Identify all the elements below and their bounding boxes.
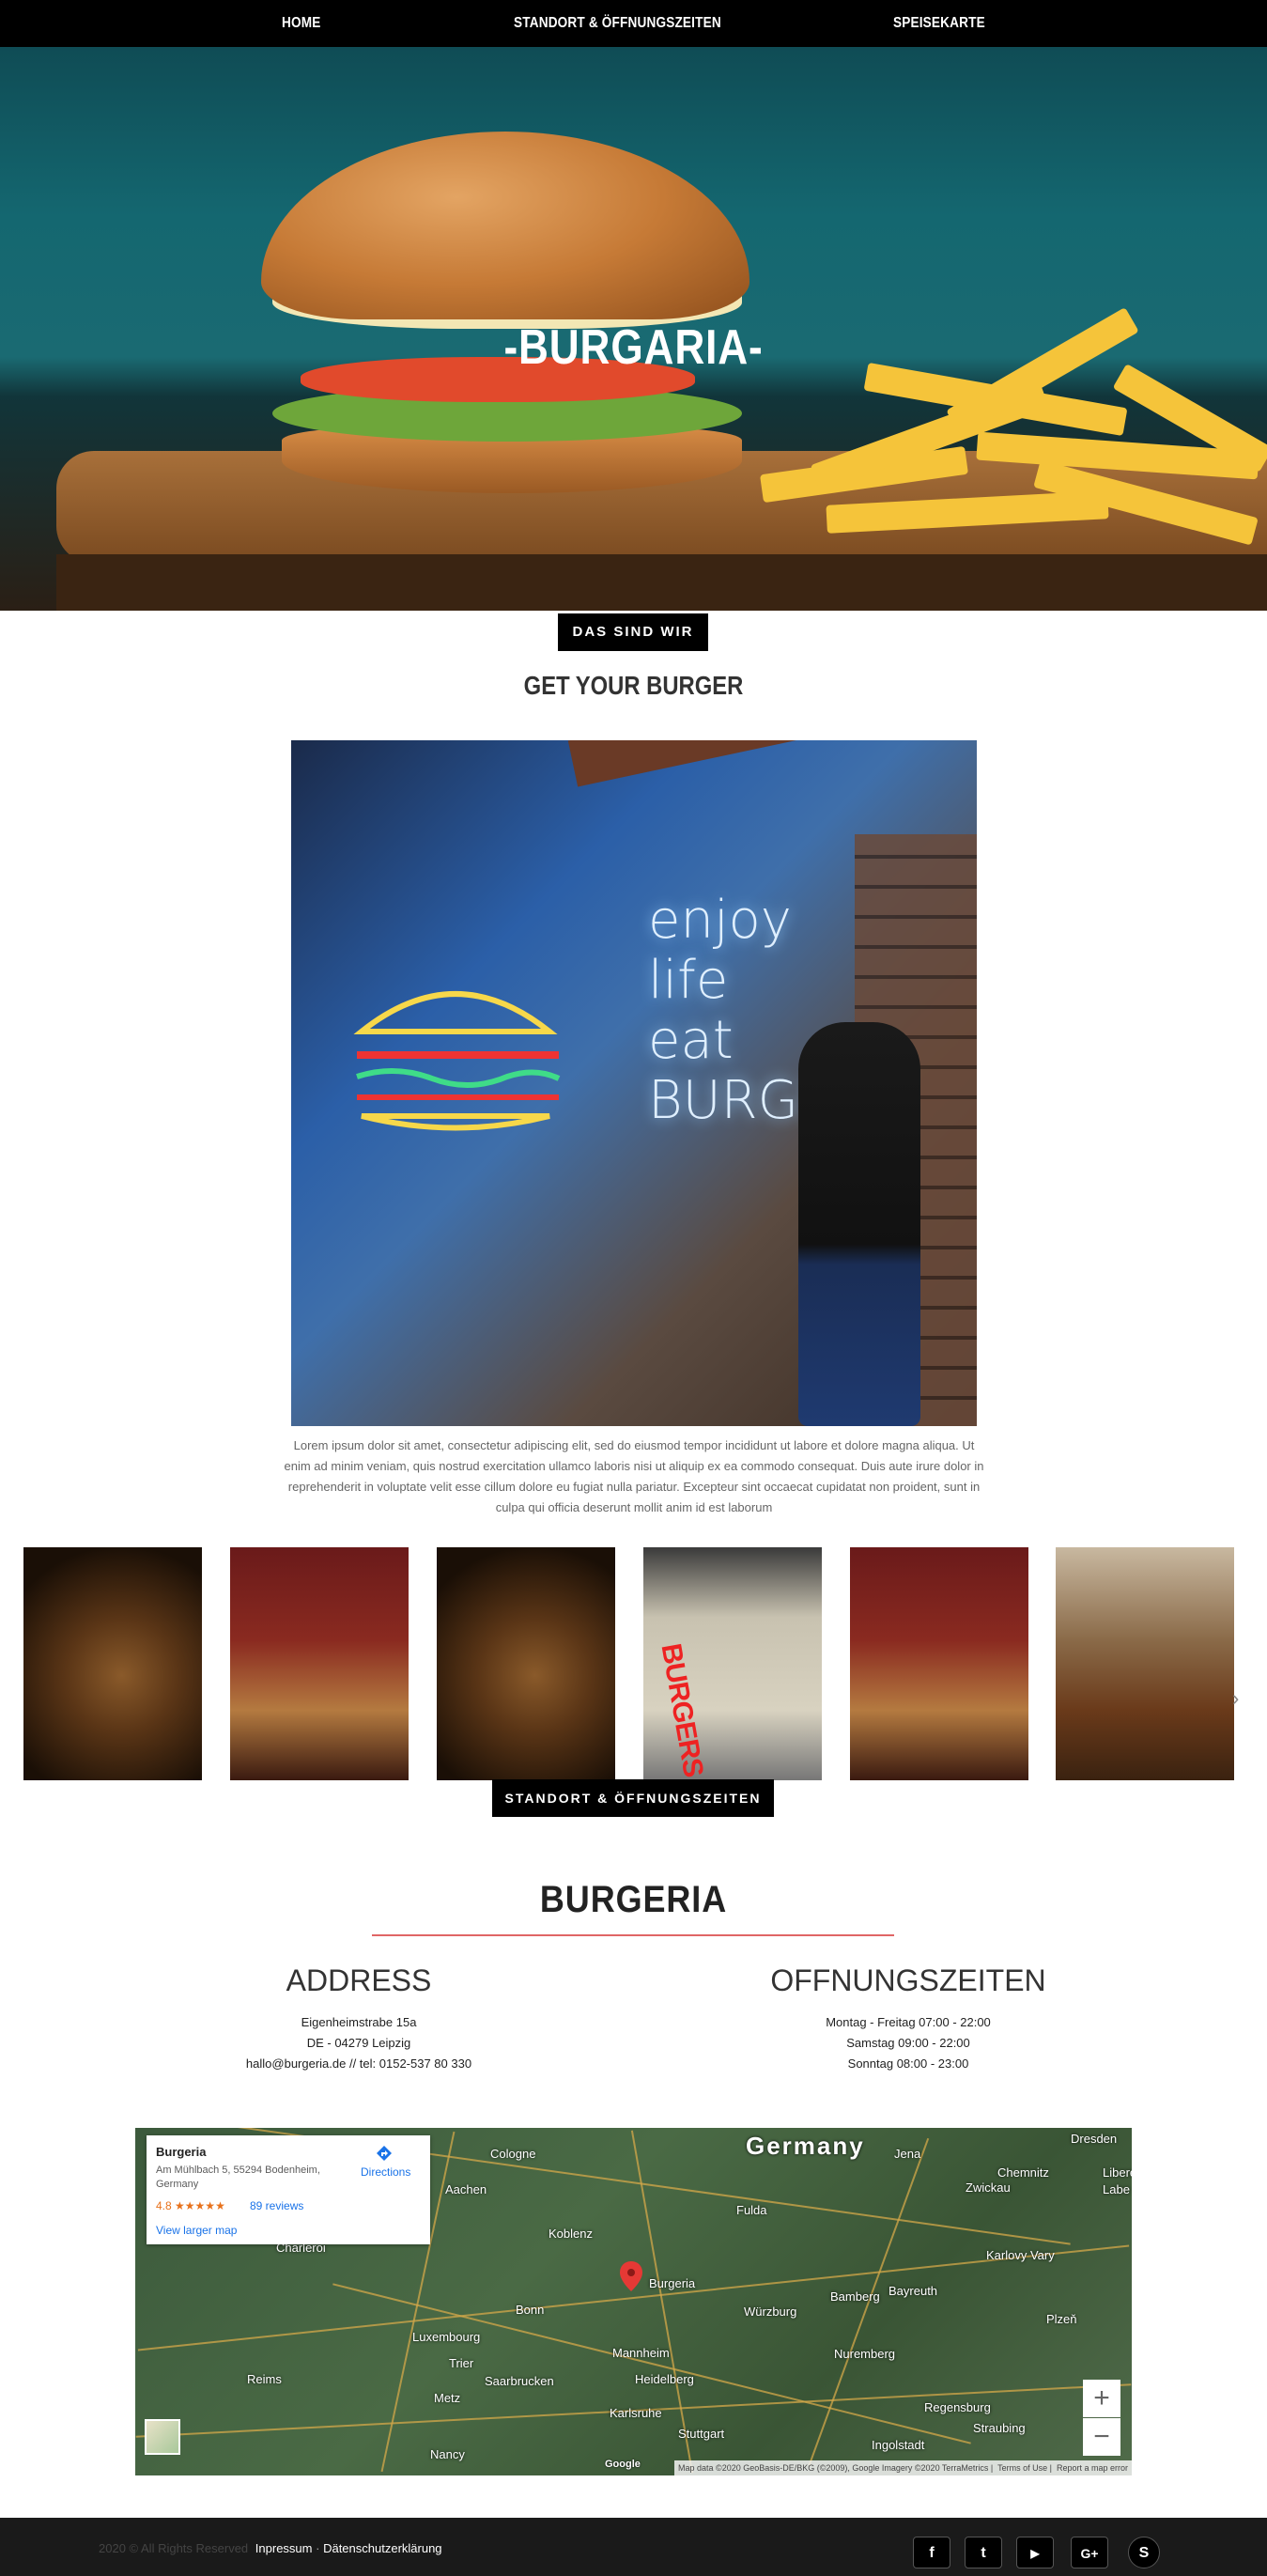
- gallery-image-2[interactable]: [230, 1547, 409, 1780]
- footer-copyright: 2020 © All Rights Reserved: [99, 2541, 249, 2555]
- map-city: Plzeň: [1046, 2312, 1077, 2326]
- location-title: BURGERIA: [539, 1879, 728, 1920]
- place-address: Am Mühlbach 5, 55294 Bodenheim, Germany: [156, 2165, 320, 2190]
- address-line-1: Eigenheimstrabe 15a: [301, 2015, 417, 2029]
- title-divider: [372, 1934, 894, 1936]
- about-heading: GET YOUR BURGER: [523, 671, 744, 700]
- neon-line-2: life: [648, 950, 729, 1011]
- map-terms-link[interactable]: Terms of Use: [997, 2463, 1047, 2473]
- larger-map-link[interactable]: View larger map: [156, 2224, 237, 2237]
- map-city: Nancy: [430, 2447, 465, 2461]
- zoom-in-button[interactable]: +: [1083, 2380, 1120, 2417]
- place-name: Burgeria: [156, 2145, 207, 2159]
- reviews-link[interactable]: 89 reviews: [250, 2199, 303, 2212]
- map-city: Heidelberg: [635, 2372, 694, 2386]
- map-city: Bamberg: [830, 2289, 880, 2304]
- about-badge: DAS SIND WIR: [558, 613, 708, 651]
- map-type-toggle[interactable]: [145, 2419, 180, 2455]
- map-city: Bayreuth: [888, 2284, 938, 2298]
- address-line-2: DE - 04279 Leipzig: [306, 2036, 411, 2050]
- map-city: Dresden: [1071, 2132, 1118, 2146]
- rating-stars: ★★★★★: [175, 2199, 225, 2212]
- hours-title: OFFNUNGSZEITEN: [770, 1963, 1046, 1997]
- google-map[interactable]: Germany Cologne Aachen Koblenz Bonn Luxe…: [135, 2128, 1132, 2475]
- skype-icon[interactable]: S: [1128, 2537, 1160, 2568]
- map-city: Labe: [1103, 2182, 1130, 2196]
- hero-board-edge: [56, 554, 1267, 611]
- map-city: Straubing: [973, 2421, 1026, 2435]
- rating-row: 4.8 ★★★★★: [156, 2199, 225, 2212]
- zoom-out-button[interactable]: −: [1083, 2418, 1120, 2456]
- map-report-link[interactable]: Report a map error: [1057, 2463, 1128, 2473]
- hours-line-3: Sonntag 08:00 - 23:00: [847, 2056, 969, 2071]
- map-city: Karlovy Vary: [986, 2248, 1055, 2262]
- map-country-label: Germany: [746, 2132, 865, 2160]
- map-city: Reims: [247, 2372, 282, 2386]
- map-city: Burgeria: [649, 2276, 696, 2290]
- footer-datenschutz-link[interactable]: Dätenschutzerklärung: [323, 2541, 441, 2555]
- hero-bun-top: [261, 132, 749, 319]
- footer-impressum-link[interactable]: Inpressum: [255, 2541, 313, 2555]
- address-line-3[interactable]: hallo@burgeria.de // tel: 0152-537 80 33…: [218, 2054, 500, 2074]
- nav-standort[interactable]: STANDORT & ÖFFNUNGSZEITEN: [514, 15, 721, 32]
- directions-link[interactable]: Directions: [361, 2165, 410, 2179]
- facebook-icon[interactable]: f: [913, 2537, 950, 2568]
- nav-speisekarte[interactable]: SPEISEKARTE: [893, 15, 985, 32]
- map-city: Karlsruhe: [610, 2406, 662, 2420]
- map-city: Stuttgart: [678, 2427, 725, 2441]
- directions-icon[interactable]: [376, 2145, 393, 2162]
- gallery-image-5[interactable]: [850, 1547, 1028, 1780]
- map-city: Metz: [434, 2391, 461, 2405]
- map-city: Koblenz: [549, 2227, 593, 2241]
- twitter-icon[interactable]: t: [965, 2537, 1002, 2568]
- map-city: Bonn: [516, 2303, 545, 2317]
- map-attribution: Map data ©2020 GeoBasis-DE/BKG (©2009), …: [678, 2463, 989, 2473]
- map-city: Luxembourg: [412, 2330, 481, 2344]
- neon-burger-icon: [353, 991, 561, 1131]
- hero-banner: -BURGARIA-: [0, 47, 1267, 611]
- map-pin-icon[interactable]: [620, 2261, 642, 2291]
- map-city: Jena: [894, 2147, 921, 2161]
- top-nav: HOME STANDORT & ÖFFNUNGSZEITEN SPEISEKAR…: [0, 0, 1267, 47]
- gallery-image-6[interactable]: [1056, 1547, 1234, 1780]
- map-city: Nuremberg: [834, 2347, 896, 2361]
- about-text: Lorem ipsum dolor sit amet, consectetur …: [284, 1438, 984, 1514]
- map-city: Mannheim: [612, 2346, 670, 2360]
- neon-line-1: enjoy: [648, 890, 792, 951]
- gallery-image-1[interactable]: [23, 1547, 202, 1780]
- about-photo: enjoy life eat BURGER: [291, 740, 977, 1426]
- photo-person: [798, 1022, 920, 1426]
- map-city: Saarbrucken: [485, 2374, 554, 2388]
- google-plus-icon[interactable]: G+: [1071, 2537, 1108, 2568]
- map-city: Fulda: [736, 2203, 767, 2217]
- map-city: Ingolstadt: [872, 2438, 925, 2452]
- map-city: Trier: [449, 2356, 474, 2370]
- standort-badge: STANDORT & ÖFFNUNGSZEITEN: [492, 1779, 774, 1817]
- hours-line-2: Samstag 09:00 - 22:00: [846, 2036, 970, 2050]
- gallery-next-icon[interactable]: ›: [1232, 1686, 1239, 1711]
- map-city: Cologne: [490, 2147, 536, 2161]
- hero-title: -BURGARIA-: [503, 320, 764, 375]
- gallery-image-3[interactable]: [437, 1547, 615, 1780]
- gallery-sign-text: BURGERS: [655, 1641, 709, 1779]
- map-info-card: Burgeria Am Mühlbach 5, 55294 Bodenheim,…: [147, 2135, 430, 2244]
- map-city: Aachen: [445, 2182, 487, 2196]
- rating-value: 4.8: [156, 2199, 172, 2212]
- youtube-icon[interactable]: ▶: [1016, 2537, 1054, 2568]
- map-city: Liberec: [1103, 2165, 1132, 2180]
- photo-beam: [567, 740, 977, 787]
- map-city: Chemnitz: [997, 2165, 1049, 2180]
- map-city: Regensburg: [924, 2400, 991, 2414]
- address-text: Eigenheimstrabe 15a DE - 04279 Leipzig h…: [218, 2012, 500, 2074]
- gallery-image-4[interactable]: BURGERS: [643, 1547, 822, 1780]
- nav-home[interactable]: HOME: [282, 15, 320, 32]
- map-city: Zwickau: [966, 2180, 1011, 2195]
- google-logo: Google: [605, 2459, 641, 2470]
- address-title: ADDRESS: [286, 1963, 432, 1997]
- hours-text: Montag - Freitag 07:00 - 22:00 Samstag 0…: [767, 2012, 1049, 2074]
- map-attribution-bar: Map data ©2020 GeoBasis-DE/BKG (©2009), …: [674, 2460, 1132, 2475]
- map-city: Würzburg: [744, 2304, 797, 2319]
- footer-links: 2020 © All Rights Reserved Inpressum · D…: [99, 2541, 442, 2555]
- hours-line-1: Montag - Freitag 07:00 - 22:00: [826, 2015, 991, 2029]
